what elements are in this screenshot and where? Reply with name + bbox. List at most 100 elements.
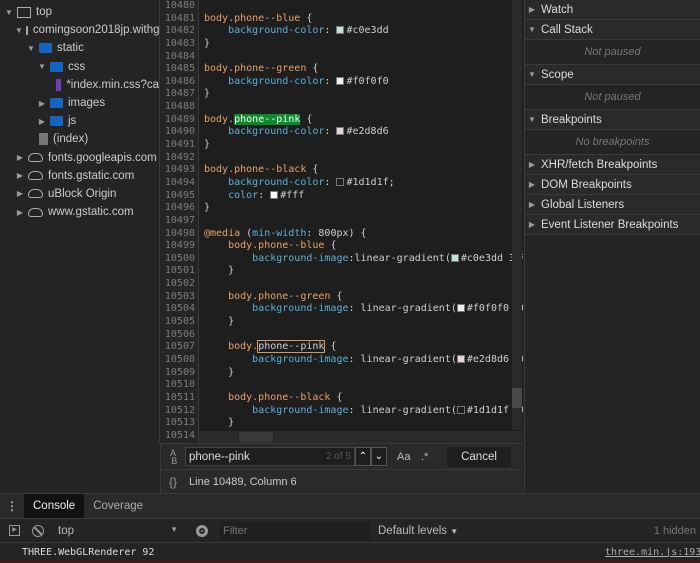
code-line[interactable]: background-image: linear-gradient(#e2d8d… (204, 354, 523, 367)
log-levels-dropdown[interactable]: Default levels ▼ (378, 525, 458, 537)
horizontal-scroll-thumb[interactable] (239, 432, 273, 442)
color-swatch[interactable] (336, 26, 345, 35)
code-line[interactable]: background-color: #f0f0f0 (204, 76, 511, 89)
drawer-menu-icon[interactable]: ⋮ (0, 499, 24, 513)
code-line[interactable] (204, 379, 511, 392)
previous-match-button[interactable]: ⌃ (355, 447, 371, 466)
next-match-button[interactable]: ⌄ (371, 447, 387, 466)
code-line[interactable]: background-image:linear-gradient(#c0e3dd… (204, 253, 523, 266)
tab-coverage[interactable]: Coverage (84, 500, 152, 512)
code-line[interactable]: } (204, 265, 511, 278)
color-swatch[interactable] (456, 405, 465, 414)
tree-item[interactable]: *index.min.css?ca (0, 76, 159, 94)
code-line[interactable]: } (204, 316, 511, 329)
color-swatch[interactable] (456, 304, 465, 313)
section-header[interactable]: ▼ Breakpoints (525, 110, 700, 130)
code-line[interactable]: body.phone--blue { (204, 240, 511, 253)
section-header[interactable]: ▶ Watch (525, 0, 700, 20)
tree-item[interactable]: ▶ uBlock Origin (0, 185, 159, 203)
color-swatch[interactable] (456, 354, 465, 363)
section-header[interactable]: ▶ XHR/fetch Breakpoints (525, 155, 700, 175)
tree-item[interactable]: ▼ comingsoon2018jp.withgoogle.com (0, 21, 159, 39)
expanded-arrow-icon[interactable]: ▼ (37, 62, 47, 71)
tree-item[interactable]: ▶ fonts.googleapis.com (0, 149, 159, 167)
code-line[interactable]: body.phone--black { (204, 164, 511, 177)
tree-item[interactable]: ▼ static (0, 39, 159, 57)
replace-toggle-icon[interactable]: A B (161, 448, 185, 465)
code-content[interactable]: body.phone--blue { background-color: #c0… (204, 0, 523, 442)
code-line[interactable]: } (204, 367, 511, 380)
expanded-arrow-icon[interactable]: ▼ (4, 8, 14, 17)
code-line[interactable]: color: #fff (204, 190, 511, 203)
tree-item[interactable]: (index) (0, 130, 159, 148)
code-line[interactable] (204, 101, 511, 114)
code-line[interactable] (204, 51, 511, 64)
tree-item[interactable]: ▼ top (0, 3, 159, 21)
line-number: 10513 (164, 417, 195, 429)
code-line[interactable]: } (204, 202, 511, 215)
vertical-scrollbar[interactable] (512, 0, 522, 430)
code-line[interactable]: background-color: #e2d8d6 (204, 126, 511, 139)
color-swatch[interactable] (450, 253, 459, 262)
message-source-link[interactable]: three.min.js:193 (605, 547, 700, 558)
expanded-arrow-icon[interactable]: ▼ (15, 26, 23, 35)
code-line[interactable]: body.phone--black { (204, 392, 511, 405)
search-input[interactable] (189, 450, 326, 463)
code-line[interactable] (204, 278, 511, 291)
cancel-button[interactable]: Cancel (447, 446, 511, 467)
regex-button[interactable]: .* (421, 451, 443, 463)
color-swatch[interactable] (336, 177, 345, 186)
clear-console-icon[interactable] (32, 524, 44, 537)
color-swatch[interactable] (336, 127, 345, 136)
section-header[interactable]: ▶ Event Listener Breakpoints (525, 215, 700, 235)
collapsed-arrow-icon[interactable]: ▶ (15, 171, 25, 180)
section-header[interactable]: ▶ DOM Breakpoints (525, 175, 700, 195)
collapsed-arrow-icon[interactable]: ▶ (37, 117, 47, 126)
section-header[interactable]: ▼ Call Stack (525, 20, 700, 40)
tree-item[interactable]: ▶ www.gstatic.com (0, 203, 159, 221)
code-line[interactable] (204, 329, 511, 342)
context-select[interactable]: top ▼ (58, 525, 178, 537)
code-line[interactable]: background-image: linear-gradient(#1d1d1… (204, 405, 523, 418)
tree-item[interactable]: ▶ fonts.gstatic.com (0, 167, 159, 185)
live-expression-eye-icon[interactable] (196, 524, 208, 537)
color-swatch[interactable] (270, 190, 279, 199)
code-line[interactable]: @media (min-width: 800px) { (204, 228, 511, 241)
code-line[interactable]: body.phone--green { (204, 63, 511, 76)
code-token: body.phone--black (204, 164, 307, 176)
tree-item[interactable]: ▶ js (0, 112, 159, 130)
tree-item[interactable]: ▼ css (0, 58, 159, 76)
pretty-print-icon[interactable]: {} (169, 475, 177, 489)
tree-item[interactable]: ▶ images (0, 94, 159, 112)
code-line[interactable]: body.phone--blue { (204, 13, 511, 26)
code-line[interactable]: } (204, 417, 511, 430)
section-header[interactable]: ▼ Scope (525, 65, 700, 85)
console-filter-input[interactable] (220, 521, 370, 540)
vertical-scroll-thumb[interactable] (512, 388, 522, 408)
expanded-arrow-icon[interactable]: ▼ (26, 44, 36, 53)
color-swatch[interactable] (336, 76, 345, 85)
code-line[interactable] (204, 215, 511, 228)
collapsed-arrow-icon[interactable]: ▶ (15, 189, 25, 198)
section-header[interactable]: ▶ Global Listeners (525, 195, 700, 215)
collapsed-arrow-icon[interactable]: ▶ (15, 208, 25, 217)
code-line[interactable]: body.phone--green { (204, 291, 511, 304)
collapsed-arrow-icon[interactable]: ▶ (15, 153, 25, 162)
tab-console[interactable]: Console (24, 494, 85, 518)
code-line[interactable]: body.phone--pink { (204, 340, 511, 354)
code-line[interactable]: } (204, 38, 511, 51)
horizontal-scrollbar[interactable] (199, 431, 523, 443)
sidebar-toggle-icon[interactable]: ▶ (9, 525, 20, 536)
code-line[interactable]: } (204, 88, 511, 101)
code-line[interactable]: } (204, 139, 511, 152)
code-line[interactable]: background-color: #c0e3dd (204, 25, 511, 38)
collapsed-arrow-icon[interactable]: ▶ (37, 99, 47, 108)
code-line[interactable]: background-image: linear-gradient(#f0f0f… (204, 303, 523, 316)
collapsed-arrow-icon: ▶ (528, 220, 536, 229)
code-line[interactable] (204, 152, 511, 165)
code-line[interactable]: body.phone--pink { (204, 113, 511, 127)
code-line[interactable] (204, 0, 511, 13)
code-editor[interactable]: 10480 10481 10482 10483 10484 10485 10486 10487… (161, 0, 523, 443)
code-line[interactable]: background-color: #1d1d1f; (204, 177, 511, 190)
match-case-button[interactable]: Aa (397, 451, 421, 463)
